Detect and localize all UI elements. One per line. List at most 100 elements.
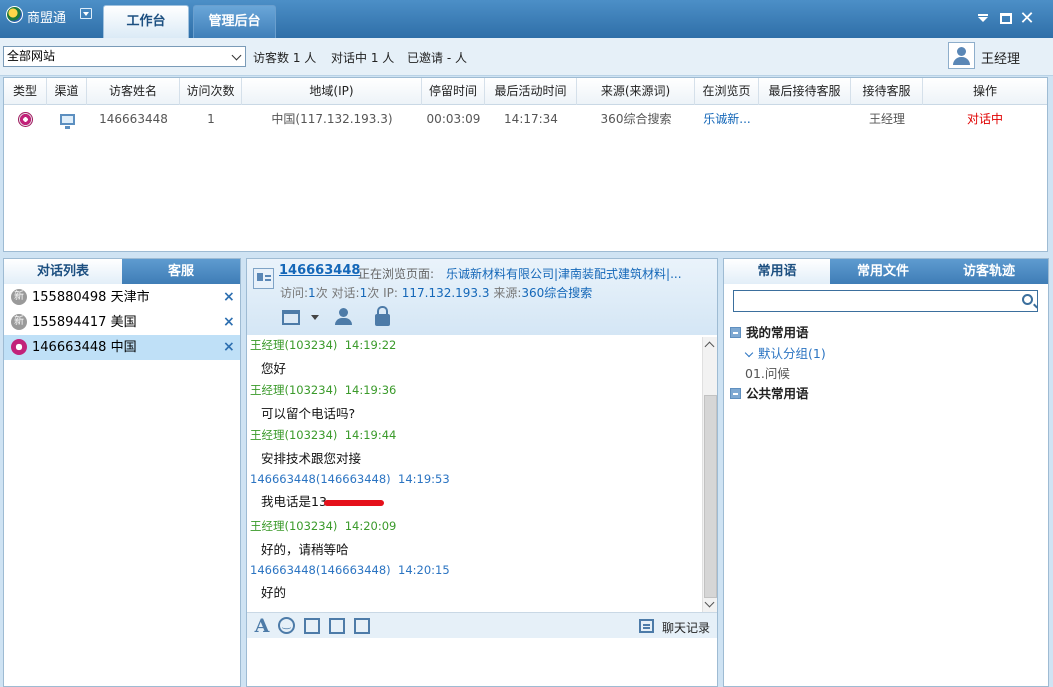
tree-subgroup-default[interactable]: 默认分组(1) <box>744 343 826 362</box>
send-file-icon[interactable] <box>282 310 300 325</box>
col-action[interactable]: 操作 <box>923 78 1047 105</box>
source-label: 来源: <box>493 286 522 300</box>
tree-group-public[interactable]: 公共常用语 <box>730 383 809 402</box>
tree-group-mine[interactable]: 我的常用语 <box>730 322 809 341</box>
message: 王经理(103234) 14:20:09 好的，请稍等哈 <box>250 518 396 558</box>
message-sender: 王经理(103234) <box>250 428 338 442</box>
message-sender: 146663448(146663448) <box>250 563 391 577</box>
col-duration[interactable]: 停留时间 <box>422 78 485 105</box>
quick-reply-search-input[interactable] <box>733 290 1038 312</box>
tab-workbench[interactable]: 工作台 <box>103 5 189 38</box>
col-visit-count[interactable]: 访问次数 <box>180 78 242 105</box>
message-time: 14:19:53 <box>398 472 450 486</box>
chat-header: 146663448 正在浏览页面: 乐诚新材料有限公司|津南装配式建筑材料|..… <box>247 259 717 335</box>
user-avatar-icon[interactable] <box>948 42 975 69</box>
chat-panel: 146663448 正在浏览页面: 乐诚新材料有限公司|津南装配式建筑材料|..… <box>246 258 718 687</box>
message: 王经理(103234) 14:19:36 可以留个电话吗? <box>250 382 396 422</box>
tree-item[interactable]: 01.问候 <box>745 363 790 382</box>
message-text: 您好 <box>261 361 287 376</box>
lock-icon[interactable] <box>375 306 390 326</box>
col-region[interactable]: 地域(IP) <box>242 78 422 105</box>
last-agent-cell <box>759 106 851 132</box>
chevron-down-icon[interactable] <box>311 315 319 320</box>
invited-count: 已邀请 - 人 <box>407 51 467 65</box>
message-text: 好的 <box>261 585 287 600</box>
app-menu-dropdown-icon[interactable] <box>80 8 92 19</box>
table-row[interactable]: 146663448 1 中国(117.132.193.3) 00:03:09 1… <box>4 106 1047 132</box>
scrollbar-thumb[interactable] <box>704 395 717 598</box>
maximize-icon[interactable] <box>1000 13 1012 24</box>
message-time: 14:19:22 <box>344 338 397 352</box>
close-icon[interactable]: × <box>223 285 235 310</box>
message-sender: 王经理(103234) <box>250 338 338 352</box>
conversation-panel: 对话列表 客服 新 155880498 天津市 × 新 155894417 美国… <box>3 258 241 687</box>
action-status[interactable]: 对话中 <box>923 106 1047 132</box>
channel-cell <box>47 106 87 132</box>
col-browsing[interactable]: 在浏览页 <box>695 78 759 105</box>
type-cell <box>4 106 47 132</box>
browsing-page-link[interactable]: 乐诚新材料有限公司|津南装配式建筑材料|... <box>446 265 714 282</box>
col-source[interactable]: 来源(来源词) <box>577 78 695 105</box>
collapse-icon[interactable] <box>730 388 741 399</box>
col-type[interactable]: 类型 <box>4 78 47 105</box>
duration-cell: 00:03:09 <box>426 112 481 126</box>
close-icon[interactable]: ✕ <box>1019 10 1035 28</box>
message-sender: 王经理(103234) <box>250 383 338 397</box>
chevron-down-icon[interactable] <box>704 597 715 608</box>
visitor-id-link[interactable]: 146663448 <box>279 263 360 278</box>
grid-icon[interactable] <box>354 618 370 634</box>
conversation-label: 146663448 中国 <box>32 340 137 355</box>
list-item[interactable]: 新 155894417 美国 × <box>4 310 240 335</box>
message-time: 14:19:36 <box>344 383 397 397</box>
app-logo-icon <box>6 6 23 23</box>
chevron-up-icon[interactable] <box>704 341 715 352</box>
site-select[interactable]: 全部网站 <box>3 46 246 67</box>
right-tabs: 常用语 常用文件 访客轨迹 <box>724 259 1048 284</box>
message-scrollbar[interactable] <box>702 337 717 612</box>
tab-common-files[interactable]: 常用文件 <box>830 259 936 284</box>
send-link-icon[interactable] <box>329 618 345 634</box>
list-item[interactable]: 新 155880498 天津市 × <box>4 285 240 310</box>
chat-history-button[interactable]: 聊天记录 <box>662 619 710 636</box>
browsing-page-link[interactable]: 乐诚新... <box>695 106 759 132</box>
collapse-icon[interactable] <box>730 327 741 338</box>
chatting-count: 对话中 1 人 <box>331 51 395 65</box>
visitor-card-icon[interactable] <box>253 268 274 289</box>
last-active-cell: 14:17:34 <box>504 112 558 126</box>
user-name[interactable]: 王经理 <box>981 48 1020 67</box>
monitor-icon <box>59 114 75 129</box>
col-channel[interactable]: 渠道 <box>47 78 87 105</box>
history-icon[interactable] <box>639 619 654 633</box>
conversation-label: 155894417 美国 <box>32 315 137 330</box>
chat-input-toolbar: A ‿ 聊天记录 <box>247 612 717 638</box>
screenshot-icon[interactable] <box>304 618 320 634</box>
tab-quick-replies[interactable]: 常用语 <box>724 259 830 284</box>
eye-icon <box>11 339 27 355</box>
close-icon[interactable]: × <box>223 335 235 360</box>
emoji-icon[interactable]: ‿ <box>278 617 295 634</box>
col-visitor-name[interactable]: 访客姓名 <box>87 78 180 105</box>
tab-conversation-list[interactable]: 对话列表 <box>4 259 122 284</box>
col-agent[interactable]: 接待客服 <box>851 78 923 105</box>
visitor-table-header: 类型 渠道 访客姓名 访问次数 地域(IP) 停留时间 最后活动时间 来源(来源… <box>4 78 1047 105</box>
search-icon[interactable] <box>1022 294 1033 305</box>
message-sender: 王经理(103234) <box>250 519 338 533</box>
tab-agents[interactable]: 客服 <box>122 259 240 284</box>
tab-admin[interactable]: 管理后台 <box>193 5 276 38</box>
col-last-agent[interactable]: 最后接待客服 <box>759 78 851 105</box>
transfer-user-icon[interactable] <box>335 308 355 326</box>
list-item-selected[interactable]: 146663448 中国 × <box>4 335 240 360</box>
font-icon[interactable]: A <box>253 617 271 636</box>
window-menu-icon[interactable] <box>975 11 991 27</box>
close-icon[interactable]: × <box>223 310 235 335</box>
message-text: 我电话是13 <box>261 494 327 509</box>
tab-visitor-track[interactable]: 访客轨迹 <box>936 259 1042 284</box>
chevron-down-icon[interactable] <box>744 348 754 358</box>
visitor-count: 访客数 1 人 <box>253 51 317 65</box>
col-last-active[interactable]: 最后活动时间 <box>485 78 577 105</box>
visitor-name-cell: 146663448 <box>99 112 168 126</box>
toolbar: 全部网站 访客数 1 人 对话中 1 人 已邀请 - 人 王经理 <box>0 38 1053 76</box>
new-badge: 新 <box>11 314 27 330</box>
source-value: 360综合搜索 <box>521 286 593 300</box>
new-badge: 新 <box>11 289 27 305</box>
